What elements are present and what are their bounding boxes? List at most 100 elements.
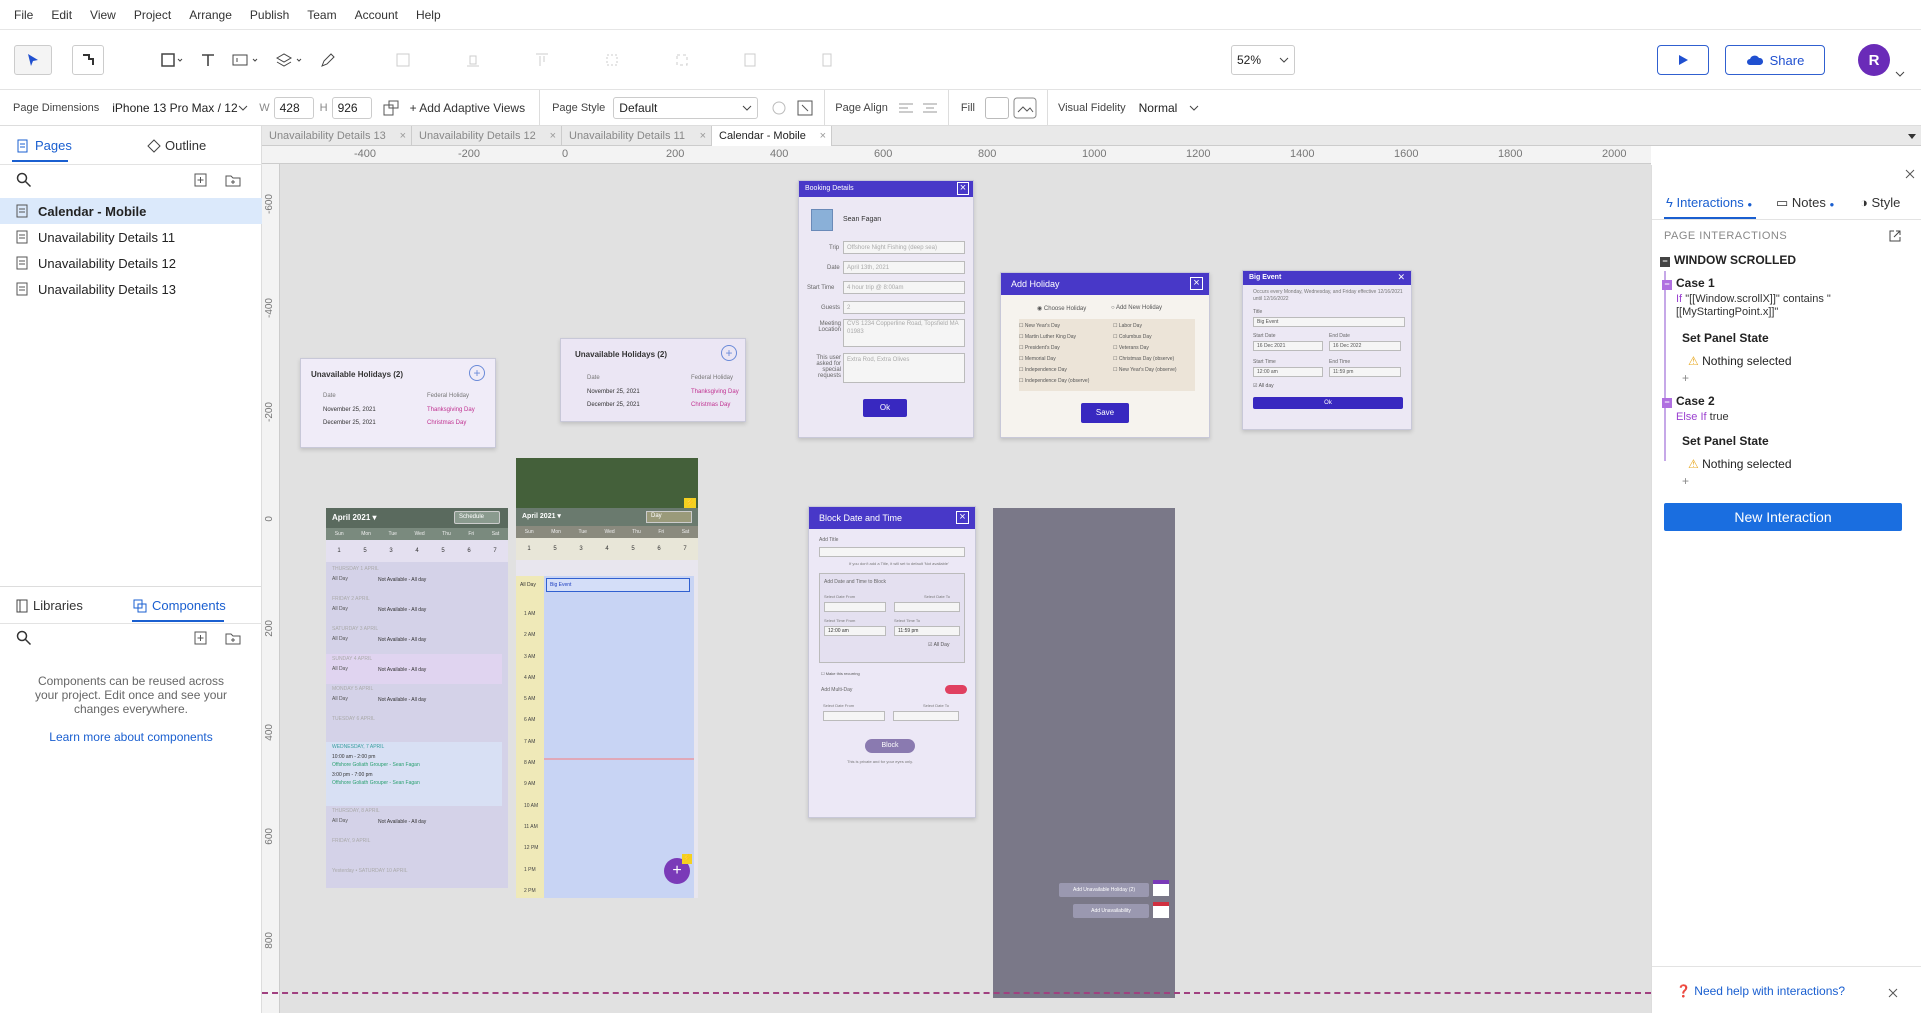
ok-button[interactable]: Ok: [1253, 397, 1403, 409]
action-set-panel-state-2[interactable]: Set Panel State: [1682, 434, 1769, 448]
artboard-overlay-panel[interactable]: Add Unavailable Holiday (2) Add Unavaila…: [993, 508, 1175, 998]
multi-date-to-input[interactable]: [893, 711, 959, 721]
add-page-icon[interactable]: [194, 173, 208, 187]
date-cell[interactable]: 4: [605, 546, 608, 552]
date-cell[interactable]: 7: [683, 546, 686, 552]
radio-choose-holiday[interactable]: ◉ Choose Holiday: [1037, 305, 1086, 312]
collapse-icon[interactable]: −: [1662, 398, 1672, 408]
menu-arrange[interactable]: Arrange: [189, 8, 232, 22]
date-field[interactable]: April 13th, 2021: [843, 261, 965, 274]
event-title[interactable]: Not Available - All day: [378, 607, 426, 613]
menu-publish[interactable]: Publish: [250, 8, 289, 22]
tab-unavailability-11[interactable]: Unavailability Details 11 ×: [562, 126, 712, 146]
holiday-checkbox[interactable]: ☐ New Year's Day (observe): [1113, 365, 1177, 376]
title-field[interactable]: Big Event: [1253, 317, 1405, 327]
close-icon[interactable]: ✕: [1397, 272, 1405, 283]
date-cell[interactable]: 1: [337, 548, 340, 554]
date-cell[interactable]: 5: [631, 546, 634, 552]
collapse-icon[interactable]: −: [1662, 280, 1672, 290]
holiday-checkbox[interactable]: ☐ Independence Day (observe): [1019, 376, 1089, 387]
avatar-chevron-icon[interactable]: [1895, 70, 1905, 78]
add-component-icon[interactable]: [194, 631, 208, 645]
preview-button[interactable]: [1657, 45, 1709, 75]
close-icon[interactable]: ×: [550, 126, 556, 146]
title-input[interactable]: [819, 547, 965, 557]
fit-icon[interactable]: [395, 52, 411, 68]
fab-add-unavailable-holiday[interactable]: Add Unavailable Holiday (2): [1059, 883, 1149, 897]
end-time-field[interactable]: 11:59 pm: [1329, 367, 1401, 377]
page-item-unavailability-13[interactable]: Unavailability Details 13: [0, 276, 262, 302]
date-cell[interactable]: 5: [363, 548, 366, 554]
lightning-icon[interactable]: ⚡: [682, 854, 692, 864]
fill-image-icon[interactable]: [1013, 97, 1037, 119]
search-icon[interactable]: [16, 630, 32, 646]
case-2[interactable]: − Case 2: [1662, 394, 1715, 408]
group-icon[interactable]: [604, 52, 620, 68]
date-cell[interactable]: 5: [553, 546, 556, 552]
date-cell[interactable]: 6: [467, 548, 470, 554]
align-top-icon[interactable]: [534, 52, 550, 68]
collapse-icon[interactable]: −: [1660, 257, 1670, 267]
big-event-block[interactable]: Big Event: [546, 578, 690, 592]
close-icon[interactable]: ×: [700, 126, 706, 146]
arrange-icon[interactable]: [743, 52, 767, 68]
widget-tool[interactable]: [228, 45, 264, 75]
page-style-select[interactable]: Default: [613, 96, 759, 119]
end-date-field[interactable]: 16 Dec 2022: [1329, 341, 1401, 351]
holiday-checkbox[interactable]: ☐ President's Day: [1019, 343, 1089, 354]
event-window-scrolled[interactable]: − WINDOW SCROLLED: [1660, 253, 1796, 267]
align-center-icon[interactable]: [922, 101, 938, 115]
time-to-input[interactable]: 11:59 pm: [894, 626, 960, 636]
layers-tool[interactable]: [272, 45, 308, 75]
page-style-options-icon[interactable]: [770, 99, 788, 117]
calendar-block-icon[interactable]: [1153, 902, 1169, 918]
add-action-2[interactable]: +: [1682, 474, 1689, 488]
date-cell[interactable]: 1: [527, 546, 530, 552]
tab-interactions[interactable]: ϟ Interactions ●: [1666, 195, 1752, 210]
distribute-icon[interactable]: [465, 52, 481, 68]
add-circle-icon[interactable]: +: [721, 345, 737, 361]
search-icon[interactable]: [16, 172, 32, 188]
event-title[interactable]: Not Available - All day: [378, 637, 426, 643]
close-icon[interactable]: ×: [1190, 277, 1203, 290]
artboard-big-event[interactable]: Big Event ✕ Occurs every Monday, Wednesd…: [1242, 270, 1412, 430]
ok-button[interactable]: Ok: [863, 399, 907, 417]
start-time-field[interactable]: 4 hour trip @ 8:00am: [843, 281, 965, 294]
radio-add-new-holiday[interactable]: ○ Add New Holiday: [1111, 305, 1162, 311]
width-input[interactable]: 428: [273, 96, 314, 119]
design-canvas[interactable]: -400 -200 0 200 400 600 800 1000 1200 14…: [262, 146, 1651, 1013]
artboard-calendar-day[interactable]: ⚡ April 2021 ▾ Day Sun Mon Tue Wed Thu Fri Sat…: [516, 458, 698, 898]
ungroup-icon[interactable]: [674, 52, 690, 68]
artboard-add-holiday[interactable]: Add Holiday × ◉ Choose Holiday ○ Add New…: [1000, 272, 1210, 438]
text-tool[interactable]: [196, 45, 220, 75]
visual-fidelity-select[interactable]: Normal: [1134, 97, 1204, 119]
case-1[interactable]: − Case 1: [1662, 276, 1715, 290]
add-folder-icon[interactable]: [225, 631, 241, 645]
pen-tool[interactable]: [316, 45, 340, 75]
start-date-field[interactable]: 16 Dec 2021: [1253, 341, 1323, 351]
tab-style[interactable]: ◑ Style: [1860, 195, 1900, 210]
event-title[interactable]: Offshore Goliath Grouper - Sean Fagan: [332, 780, 420, 786]
recurring-checkbox[interactable]: ☐ Make this recurring: [821, 671, 860, 676]
menu-account[interactable]: Account: [355, 8, 398, 22]
calendar-holiday-icon[interactable]: [1153, 880, 1169, 896]
date-cell[interactable]: 5: [441, 548, 444, 554]
save-button[interactable]: Save: [1081, 403, 1129, 423]
fab-add-unavailability[interactable]: Add Unavailability: [1073, 904, 1149, 918]
user-avatar[interactable]: R: [1858, 44, 1890, 76]
date-cell[interactable]: 3: [579, 546, 582, 552]
holiday-checkbox[interactable]: ☐ Labor Day: [1113, 321, 1177, 332]
shape-tool[interactable]: [152, 45, 192, 75]
tab-unavailability-13[interactable]: Unavailability Details 13 ×: [262, 126, 412, 146]
close-icon[interactable]: ×: [820, 126, 826, 146]
menu-file[interactable]: File: [14, 8, 33, 22]
close-icon[interactable]: [1905, 169, 1915, 179]
event-title[interactable]: Not Available - All day: [378, 577, 426, 583]
tabs-menu-icon[interactable]: [1907, 133, 1917, 141]
holiday-checkbox[interactable]: ☐ Independence Day: [1019, 365, 1089, 376]
page-dimensions-select[interactable]: iPhone 13 Pro Max / 12: [107, 97, 253, 119]
date-from-input[interactable]: [824, 602, 886, 612]
holiday-checkbox[interactable]: ☐ Memorial Day: [1019, 354, 1089, 365]
artboard-booking-details[interactable]: Booking Details × Sean Fagan Trip Offsho…: [798, 180, 974, 438]
select-tool[interactable]: [14, 45, 52, 75]
